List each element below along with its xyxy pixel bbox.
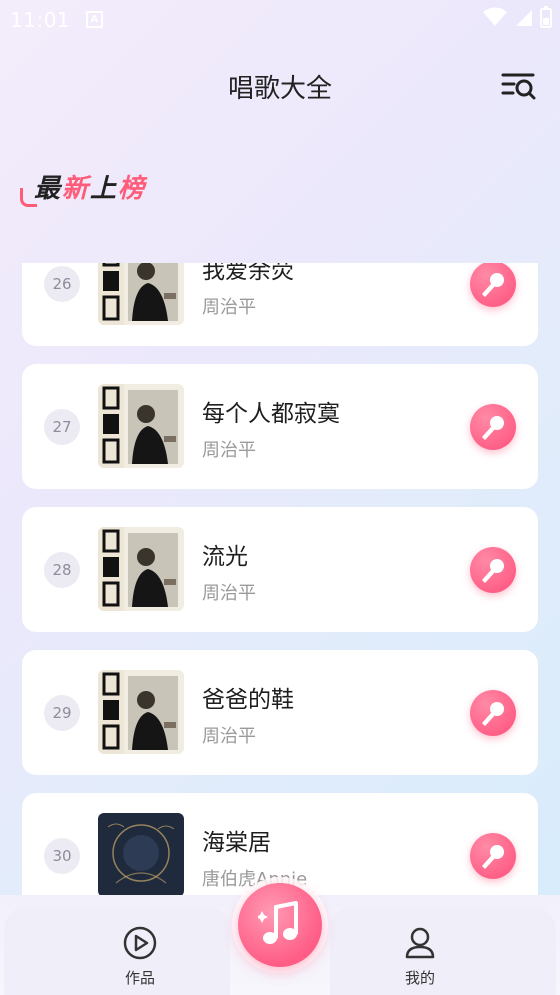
song-artist: 周治平 (202, 726, 256, 747)
title-decoration (20, 188, 37, 207)
title-char-4: 榜 (118, 174, 147, 204)
title-char-3: 上 (90, 174, 119, 204)
nav-tab-mine[interactable]: 我的 (375, 925, 465, 988)
music-note-icon (258, 901, 298, 944)
sing-button[interactable] (470, 690, 516, 736)
song-card[interactable]: 29 爸爸的鞋 周治平 (22, 650, 538, 775)
rank-badge: 26 (44, 266, 80, 302)
song-title: 海棠居 (202, 830, 271, 856)
sing-button[interactable] (470, 404, 516, 450)
nav-label-mine: 我的 (404, 969, 435, 987)
nav-label-works: 作品 (124, 969, 155, 987)
play-circle-icon (123, 926, 157, 960)
wifi-icon (483, 7, 507, 26)
song-title: 每个人都寂寞 (202, 401, 340, 427)
signal-icon (516, 10, 532, 26)
song-card[interactable]: 28 流光 周治平 (22, 507, 538, 632)
status-bar: 11:01 A (0, 0, 560, 40)
rank-badge: 29 (44, 695, 80, 731)
microphone-icon (482, 416, 504, 440)
song-title: 我爱余荧 (202, 263, 294, 284)
title-char-1: 最 (34, 174, 63, 204)
song-card[interactable]: 30 海棠居 唐伯虎Annie (22, 793, 538, 895)
song-list[interactable]: 26 我爱余荧 周治平 27 每个人都寂寞 周治平 28 流光 周治平 29 爸… (0, 263, 560, 895)
microphone-icon (482, 845, 504, 869)
song-artist: 周治平 (202, 583, 256, 604)
search-list-icon (501, 73, 536, 100)
sing-button[interactable] (470, 833, 516, 879)
microphone-icon (482, 273, 504, 297)
status-icons (482, 6, 552, 28)
song-card[interactable]: 26 我爱余荧 周治平 (22, 263, 538, 346)
cover-art (98, 670, 184, 754)
status-time: 11:01 (10, 8, 71, 32)
rank-badge: 28 (44, 552, 80, 588)
album-cover (98, 670, 184, 754)
microphone-icon (482, 559, 504, 583)
album-cover (98, 384, 184, 468)
search-list-button[interactable] (500, 66, 538, 104)
section-title-latest-chart: 最新上榜 (20, 168, 180, 208)
bottom-nav: 作品 我的 (0, 883, 560, 995)
rank-badge: 27 (44, 409, 80, 445)
page-title: 唱歌大全 (227, 74, 332, 104)
sing-button[interactable] (470, 263, 516, 307)
rank-badge: 30 (44, 838, 80, 874)
cover-art (98, 384, 184, 468)
music-center-button[interactable] (238, 883, 322, 967)
song-card[interactable]: 27 每个人都寂寞 周治平 (22, 364, 538, 489)
song-title: 爸爸的鞋 (202, 687, 294, 713)
album-cover (98, 263, 184, 325)
battery-icon (540, 6, 552, 28)
microphone-icon (482, 702, 504, 726)
song-artist: 周治平 (202, 297, 256, 318)
cover-art (98, 813, 184, 895)
sing-button[interactable] (470, 547, 516, 593)
app-header: 唱歌大全 (0, 60, 560, 112)
song-artist: 周治平 (202, 440, 256, 461)
cover-art (98, 527, 184, 611)
album-cover (98, 527, 184, 611)
notification-icon: A (86, 11, 103, 28)
album-cover (98, 813, 184, 895)
user-icon (405, 927, 435, 959)
song-title: 流光 (202, 544, 248, 570)
title-char-2: 新 (62, 174, 91, 204)
cover-art (98, 263, 184, 325)
nav-tab-works[interactable]: 作品 (95, 925, 185, 988)
